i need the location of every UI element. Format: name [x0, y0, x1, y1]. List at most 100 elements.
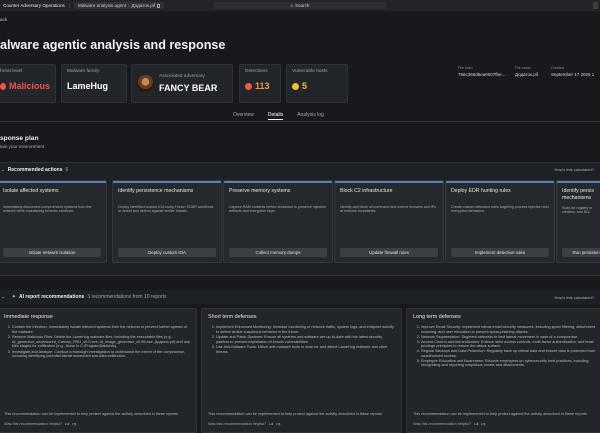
implement-detection-button[interactable]: Implement detection rules: [451, 248, 549, 257]
file-name: File name Додаток.pif: [515, 66, 538, 77]
list-item: Remove Malicious Files: Delete the LameH…: [12, 335, 190, 349]
list-item: Improve Email Security: Implement robust…: [421, 325, 599, 334]
how-calculated-link[interactable]: How's this calculated?: [555, 167, 594, 172]
list-item: Network Segmentation: Segment networks t…: [421, 335, 599, 340]
action-description: Immediately disconnect compromised syste…: [3, 204, 92, 214]
file-hash-value[interactable]: 766c366d6ea0007fbe...: [458, 72, 505, 77]
action-title: Isolate affected systems: [3, 187, 59, 194]
action-card-c2: Block C2 infrastructure Identify and blo…: [334, 180, 444, 263]
page-title: alware agentic analysis and response: [0, 38, 226, 52]
list-item: Update and Patch Systems: Ensure all sys…: [216, 335, 395, 344]
search-input[interactable]: ⌕ Search: [214, 2, 386, 9]
action-card-edr: Deploy EDR hunting rules Create custom d…: [445, 180, 555, 263]
thumbs-up-icon[interactable]: 👍︎: [474, 421, 478, 427]
ai-report-count: 3 recommendations from 10 reports: [87, 294, 167, 300]
column-title: Immediate response: [4, 314, 53, 320]
top-bar: Counter Adversary Operations | Malware a…: [0, 0, 600, 11]
list-item: Use Anti-Malware Tools: Utilize anti-mal…: [216, 345, 395, 354]
detections-card[interactable]: Detections 113: [239, 64, 281, 103]
isolate-network-button[interactable]: Initiate network isolation: [3, 248, 101, 257]
column-title: Short term defenses: [208, 314, 257, 320]
threat-level-card: hreat level Malicious: [0, 64, 56, 103]
vulnerable-dot-icon: [292, 82, 299, 90]
search-label: Search: [295, 3, 310, 8]
adversary-card[interactable]: Associated adversary FANCY BEAR: [131, 64, 233, 103]
threat-level-label: hreat level: [0, 69, 23, 74]
file-name-value: Додаток.pif: [515, 72, 539, 77]
detections-value: 113: [255, 81, 270, 91]
recommended-actions-count: 6: [65, 167, 69, 173]
sparkle-icon: ✦: [11, 294, 16, 300]
divider: [0, 121, 600, 122]
tab-details[interactable]: Details: [267, 112, 284, 120]
action-title: Block C2 infrastructure: [340, 187, 393, 194]
list-item: Investigate and Analyze: Conduct a thoro…: [12, 350, 190, 359]
malware-family-value: LameHug: [67, 81, 109, 91]
thumbs-up-icon[interactable]: 👍︎: [65, 421, 69, 427]
feedback-label: Was this recommendation helpful?: [4, 422, 63, 426]
chevron-down-icon[interactable]: ⌄: [1, 294, 5, 300]
list-item: Employee Education and Awareness: Educat…: [421, 359, 599, 368]
collect-memory-button[interactable]: Collect memory dumps: [229, 248, 327, 257]
thumbs-down-icon[interactable]: 👎︎: [276, 421, 280, 427]
recommendation-list: Contain the infection: Immediately isola…: [4, 325, 190, 359]
detections-label: Detections: [245, 69, 268, 74]
file-name-label: File name: [515, 66, 531, 70]
action-description: Create custom detection rules targeting …: [451, 204, 549, 214]
action-title: Identify persis: [562, 187, 595, 194]
how-calculated-link[interactable]: How's this calculated?: [555, 295, 594, 300]
created-date: Created September 17 2025 1: [551, 66, 594, 77]
action-description: Identify and block all command and contr…: [340, 204, 436, 214]
column-title: Long term defenses: [413, 314, 461, 320]
thumbs-down-icon[interactable]: 👎︎: [72, 421, 76, 427]
feedback-label: Was this recommendation helpful?: [413, 422, 472, 426]
long-term-card: Long term defenses Improve Email Securit…: [406, 308, 600, 433]
vulnerable-hosts-value: 5: [302, 81, 308, 91]
recommendation-note: This recommendation can be implemented t…: [208, 412, 382, 417]
ai-report-header[interactable]: ⌄ ✦ AI report recommendations 3 recommen…: [0, 290, 600, 304]
recommended-actions-header[interactable]: ⌄ Recommended actions 6 How's this calcu…: [0, 163, 600, 177]
menu-button[interactable]: [593, 2, 598, 9]
tab-overview[interactable]: Overview: [233, 112, 254, 120]
action-card-isolate: Isolate affected systems Immediately dis…: [0, 180, 107, 263]
recommendation-list: Implement Enhanced Monitoring: Increase …: [208, 325, 395, 354]
adversary-value: FANCY BEAR: [159, 83, 218, 93]
short-term-card: Short term defenses Implement Enhanced M…: [201, 308, 402, 433]
ai-report-title: AI report recommendations: [18, 294, 85, 300]
action-title: Identify persistence mechanisms: [118, 187, 194, 194]
action-title: Deploy EDR hunting rules: [451, 187, 511, 194]
immediate-response-card: Immediate response Contain the infection…: [0, 308, 197, 433]
run-persistence-button[interactable]: Run persisten: [562, 248, 600, 257]
response-plan-subtitle: tain your environment: [0, 144, 45, 149]
breadcrumb-file[interactable]: Додаток.pif: [132, 3, 156, 8]
action-card-persistence-scan: Identify persis mechanisms Scan for regi…: [556, 180, 600, 263]
action-title: Preserve memory systems: [229, 187, 291, 194]
app-title[interactable]: Counter Adversary Operations: [3, 3, 65, 8]
vulnerable-hosts-card[interactable]: Vulnerable hosts 5: [286, 64, 348, 103]
tab-analysis-log[interactable]: Analysis log: [297, 112, 324, 120]
thumbs-down-icon[interactable]: 👎︎: [481, 421, 485, 427]
response-plan-title: sponse plan: [0, 135, 39, 142]
list-item: Implement Enhanced Monitoring: Increase …: [216, 325, 395, 334]
recommendation-note: This recommendation can be implemented t…: [4, 412, 178, 417]
action-title-line2: mechanisms: [562, 194, 592, 201]
chevron-down-icon[interactable]: ⌄: [1, 167, 5, 173]
list-item: Regular Backups and Data Protection: Reg…: [421, 349, 599, 358]
action-description: Capture RAM contents before shutdown to …: [229, 204, 327, 214]
list-item: Access Control and Authentication: Enfor…: [421, 340, 599, 349]
created-value: September 17 2025 1: [551, 72, 595, 77]
recommendation-list: Improve Email Security: Implement robust…: [413, 325, 599, 368]
adversary-label: Associated adversary: [159, 74, 205, 79]
feedback-label: Was this recommendation helpful?: [208, 422, 267, 426]
breadcrumb-agent[interactable]: Malware analysis agent: [78, 3, 126, 8]
back-link[interactable]: ack: [0, 17, 7, 22]
breadcrumb[interactable]: Malware analysis agent › Додаток.pif: [74, 2, 165, 9]
update-firewall-button[interactable]: Update firewall rules: [340, 248, 438, 257]
threat-level-value: Malicious: [8, 81, 50, 91]
action-card-memory: Preserve memory systems Capture RAM cont…: [223, 180, 333, 263]
separator: |: [68, 3, 70, 8]
search-icon: ⌕: [290, 3, 294, 8]
thumbs-up-icon[interactable]: 👍︎: [269, 421, 273, 427]
deploy-ioa-button[interactable]: Deploy custom IOA: [118, 248, 216, 257]
tab-bar: Overview Details Analysis log: [233, 112, 324, 120]
